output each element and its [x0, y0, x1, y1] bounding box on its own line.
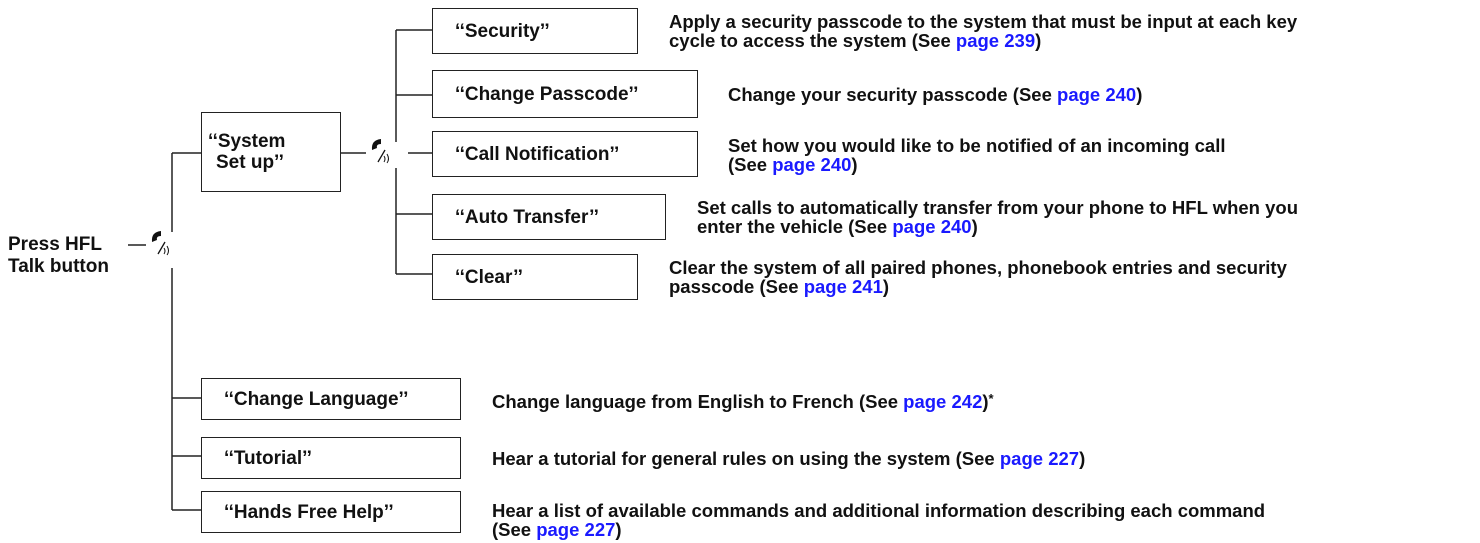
- menu-item-label: ‘‘Tutorial’’: [224, 447, 312, 469]
- description-change-passcode: Change your security passcode (See page …: [728, 85, 1142, 104]
- talk-button-icon: [151, 231, 169, 256]
- menu-item-label: ‘‘Hands Free Help’’: [224, 501, 394, 523]
- description-text: passcode (See: [669, 276, 804, 297]
- talk-button-icon: [371, 139, 389, 164]
- page-link[interactable]: page 239: [956, 30, 1035, 51]
- description-text: ): [851, 154, 858, 175]
- description-text: ): [1035, 30, 1042, 51]
- description-text: ): [1136, 84, 1143, 105]
- menu-item-tutorial[interactable]: ‘‘Tutorial’’: [201, 437, 461, 479]
- description-text: cycle to access the system (See: [669, 30, 956, 51]
- description-text: ): [1079, 448, 1086, 469]
- footnote-mark: *: [988, 391, 994, 406]
- system-setup-line-1: ‘‘System: [208, 131, 286, 152]
- description-line: Set calls to automatically transfer from…: [697, 197, 1299, 218]
- description-line: Clear the system of all paired phones, p…: [669, 257, 1287, 278]
- description-text: Change language from English to French (…: [492, 391, 904, 412]
- menu-item-label: ‘‘Change Language’’: [224, 388, 409, 410]
- description-text: (See: [728, 154, 773, 175]
- description-clear: Clear the system of all paired phones, p…: [669, 258, 1287, 296]
- description-line: Change language from English to French (…: [492, 391, 994, 412]
- description-line: Hear a tutorial for general rules on usi…: [492, 449, 1085, 468]
- description-text: ): [971, 216, 978, 237]
- root-label-press-hfl-talk-button: Press HFL Talk button: [8, 234, 109, 278]
- description-text: ): [982, 391, 989, 412]
- description-text: enter the vehicle (See: [697, 216, 893, 237]
- description-auto-transfer: Set calls to automatically transfer from…: [697, 198, 1298, 236]
- description-line: cycle to access the system (See page 239…: [669, 31, 1297, 50]
- description-security: Apply a security passcode to the system …: [669, 12, 1297, 50]
- description-line: (See page 227): [492, 520, 1265, 539]
- description-line: enter the vehicle (See page 240): [697, 217, 1298, 236]
- description-line: Hear a list of available commands and ad…: [492, 500, 1266, 521]
- description-text: ): [615, 519, 622, 540]
- page-link[interactable]: page 227: [1000, 448, 1079, 469]
- page-link[interactable]: page 227: [536, 519, 615, 540]
- menu-item-label: ‘‘Security’’: [455, 20, 550, 42]
- page-link[interactable]: page 240: [1057, 84, 1136, 105]
- menu-item-hands-free-help[interactable]: ‘‘Hands Free Help’’: [201, 491, 461, 533]
- description-text: (See: [492, 519, 537, 540]
- menu-item-system-setup[interactable]: ‘‘System Set up’’: [201, 112, 341, 192]
- menu-item-call-notification[interactable]: ‘‘Call Notification’’: [432, 131, 698, 177]
- system-setup-line-2: Set up’’: [216, 152, 284, 173]
- description-tutorial: Hear a tutorial for general rules on usi…: [492, 449, 1085, 468]
- menu-item-label: ‘‘Auto Transfer’’: [455, 206, 599, 228]
- menu-item-auto-transfer[interactable]: ‘‘Auto Transfer’’: [432, 194, 666, 240]
- description-line: Set how you would like to be notified of…: [728, 135, 1226, 156]
- menu-item-change-language[interactable]: ‘‘Change Language’’: [201, 378, 461, 420]
- description-call-notification: Set how you would like to be notified of…: [728, 136, 1225, 174]
- description-text: Change your security passcode (See: [728, 84, 1058, 105]
- description-text: Hear a tutorial for general rules on usi…: [492, 448, 1000, 469]
- description-text: ): [882, 276, 890, 297]
- description-change-language: Change language from English to French (…: [492, 391, 994, 412]
- description-line: passcode (See page 241): [669, 277, 1287, 296]
- description-line: Change your security passcode (See page …: [728, 85, 1142, 104]
- page-link[interactable]: page 240: [892, 216, 971, 237]
- page-link[interactable]: page 240: [772, 154, 851, 175]
- menu-item-security[interactable]: ‘‘Security’’: [432, 8, 638, 54]
- root-line-2: Talk button: [8, 256, 109, 277]
- page-link[interactable]: page 241: [804, 276, 883, 297]
- menu-item-label: ‘‘Clear’’: [455, 266, 523, 288]
- description-line: (See page 240): [728, 155, 1225, 174]
- description-hands-free-help: Hear a list of available commands and ad…: [492, 501, 1265, 539]
- menu-item-label: ‘‘Change Passcode’’: [455, 83, 639, 105]
- menu-item-change-passcode[interactable]: ‘‘Change Passcode’’: [432, 70, 698, 118]
- description-line: Apply a security passcode to the system …: [669, 11, 1298, 32]
- menu-item-label: ‘‘Call Notification’’: [455, 143, 620, 165]
- menu-item-clear[interactable]: ‘‘Clear’’: [432, 254, 638, 300]
- page-link[interactable]: page 242: [903, 391, 982, 412]
- root-line-1: Press HFL: [8, 234, 102, 255]
